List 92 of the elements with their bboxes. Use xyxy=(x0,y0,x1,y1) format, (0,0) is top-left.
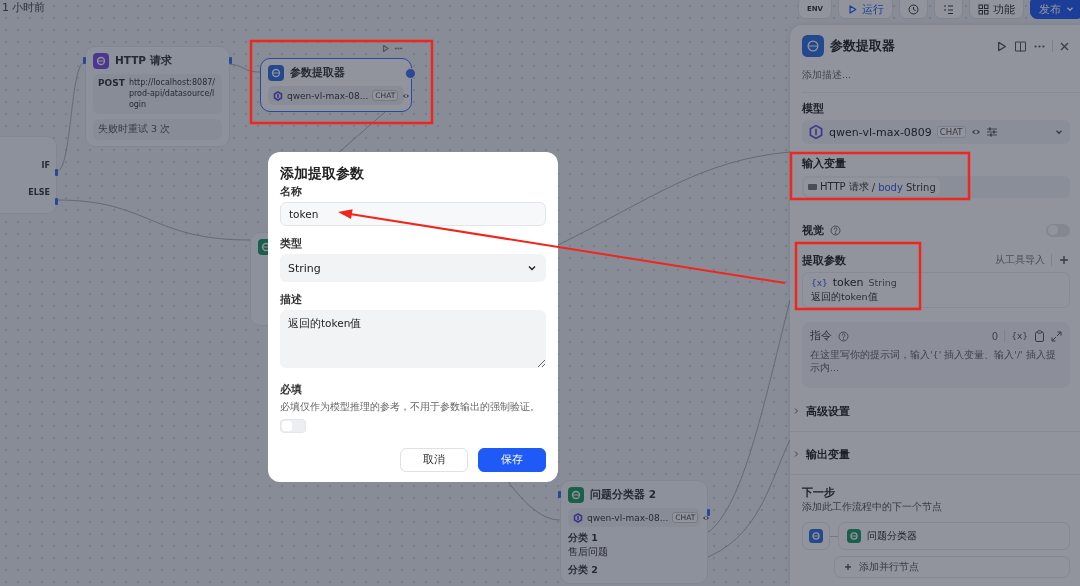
node-type-icon xyxy=(268,65,284,81)
save-button[interactable]: 保存 xyxy=(478,448,546,472)
help-icon xyxy=(830,224,841,236)
model-logo-icon xyxy=(573,512,583,523)
run-button[interactable]: 运行 xyxy=(838,0,893,19)
model-tag: CHAT xyxy=(936,126,966,138)
history-button[interactable] xyxy=(899,0,928,19)
clock-icon xyxy=(908,3,919,15)
publish-button[interactable]: 发布 xyxy=(1030,0,1080,19)
play-icon[interactable] xyxy=(995,39,1008,53)
field-label: 描述 xyxy=(280,292,303,306)
sliders-icon xyxy=(985,126,998,138)
section-toggle[interactable]: 输出变量 xyxy=(806,447,850,461)
section-label: 提取参数 xyxy=(802,253,846,267)
node-title: 参数提取器 xyxy=(290,66,345,80)
model-logo-icon xyxy=(273,90,283,101)
panel-title: 参数提取器 xyxy=(830,37,895,55)
instruction-placeholder: 在这里写你的提示词，输入'{' 插入变量、输入'/' 插入提示内... xyxy=(810,349,1057,375)
play-icon xyxy=(847,3,858,15)
play-icon[interactable] xyxy=(381,44,390,53)
branch-label: IF xyxy=(41,161,50,170)
node-title: 问题分类器 2 xyxy=(590,488,656,502)
description-field[interactable]: 添加描述... xyxy=(802,69,1070,82)
section-label: 输入变量 xyxy=(802,156,847,170)
parameter-type: String xyxy=(868,277,897,288)
section-label: 视觉 xyxy=(802,223,824,237)
class-label: 分类 2 xyxy=(568,564,599,577)
variable-type: String xyxy=(905,181,936,193)
path-separator: / xyxy=(871,181,876,193)
clipboard-icon[interactable] xyxy=(1034,330,1045,342)
node-type-icon xyxy=(802,35,824,57)
cancel-button[interactable]: 取消 xyxy=(400,448,468,472)
node-type-icon xyxy=(93,53,109,69)
required-toggle[interactable] xyxy=(280,419,306,433)
node-type-icon xyxy=(809,529,823,543)
model-name: qwen-vl-max-08... xyxy=(287,90,369,101)
parameter-card[interactable]: {x} token String 返回的token值 xyxy=(802,272,1070,308)
model-select[interactable]: qwen-vl-max-0809 CHAT xyxy=(802,120,1070,144)
grid-icon xyxy=(978,3,989,15)
variable-name: body xyxy=(878,181,903,193)
instruction-field[interactable]: 指令 0 {x} 在这里写你的提示词，输入'{' 插入变量、输入'/' 插入提示内... xyxy=(802,322,1070,388)
field-label: 类型 xyxy=(280,236,303,250)
eye-icon xyxy=(402,91,411,100)
model-logo-icon xyxy=(808,124,824,140)
dialog-title: 添加提取参数 xyxy=(280,164,365,182)
workflow-node[interactable]: HTTP 请求 POST http://localhost:8087/prod-api/datasource/login 失败时重试 3 次 xyxy=(85,46,230,148)
model-name: qwen-vl-max-0809 xyxy=(829,125,932,139)
class-value: 售后问题 xyxy=(568,546,609,559)
request-url: http://localhost:8087/prod-api/datasource/login xyxy=(128,78,217,111)
retry-note: 失败时重试 3 次 xyxy=(93,119,222,141)
source-node-name: HTTP 请求 xyxy=(820,180,869,194)
node-type-icon xyxy=(847,529,861,543)
eye-icon xyxy=(970,127,981,137)
type-select[interactable]: String xyxy=(280,254,546,282)
field-hint: 必填仅作为模型推理的参考，不用于参数输出的强制验证。 xyxy=(280,400,541,413)
section-label: 模型 xyxy=(802,101,825,115)
field-label: 必填 xyxy=(280,382,303,396)
timestamp-text: 1 小时前 xyxy=(2,0,46,15)
character-count: 0 xyxy=(991,330,999,342)
name-input[interactable]: token xyxy=(280,202,546,226)
model-name: qwen-vl-max-08... xyxy=(587,512,669,523)
section-toggle[interactable]: 高级设置 xyxy=(806,404,850,418)
node-type-icon xyxy=(568,487,584,503)
close-icon[interactable] xyxy=(1059,40,1070,52)
insert-variable-button[interactable]: {x} xyxy=(1011,331,1028,341)
parameter-description: 返回的token值 xyxy=(811,291,879,304)
checklist-icon xyxy=(943,3,954,15)
add-icon[interactable] xyxy=(1058,254,1070,266)
checklist-button[interactable] xyxy=(934,0,963,19)
plus-icon xyxy=(843,562,853,572)
add-parallel-node-button[interactable]: 添加并行节点 xyxy=(834,556,1070,578)
description-input[interactable]: 返回的token值 xyxy=(280,310,546,368)
more-icon[interactable] xyxy=(394,44,403,53)
http-method: POST xyxy=(98,78,125,88)
help-icon xyxy=(838,330,849,342)
book-icon[interactable] xyxy=(1014,39,1027,53)
add-handle[interactable] xyxy=(405,68,416,79)
parameter-name: token xyxy=(832,276,864,289)
section-label: 下一步 xyxy=(802,485,836,499)
button-label: 添加并行节点 xyxy=(859,560,919,574)
features-button[interactable]: 功能 xyxy=(969,0,1024,19)
class-label: 分类 1 xyxy=(568,532,599,545)
node-title: HTTP 请求 xyxy=(115,54,172,68)
branch-label: ELSE xyxy=(28,188,50,197)
next-node-name: 问题分类器 xyxy=(867,529,917,543)
next-node-chip[interactable]: 问题分类器 xyxy=(838,522,1070,550)
field-label: 指令 xyxy=(810,329,832,343)
expand-icon[interactable] xyxy=(1051,330,1062,342)
workflow-node[interactable]: IF ELSE xyxy=(0,136,57,214)
eye-icon xyxy=(702,513,711,522)
variable-icon: {x} xyxy=(811,277,828,288)
field-label: 名称 xyxy=(280,184,303,198)
